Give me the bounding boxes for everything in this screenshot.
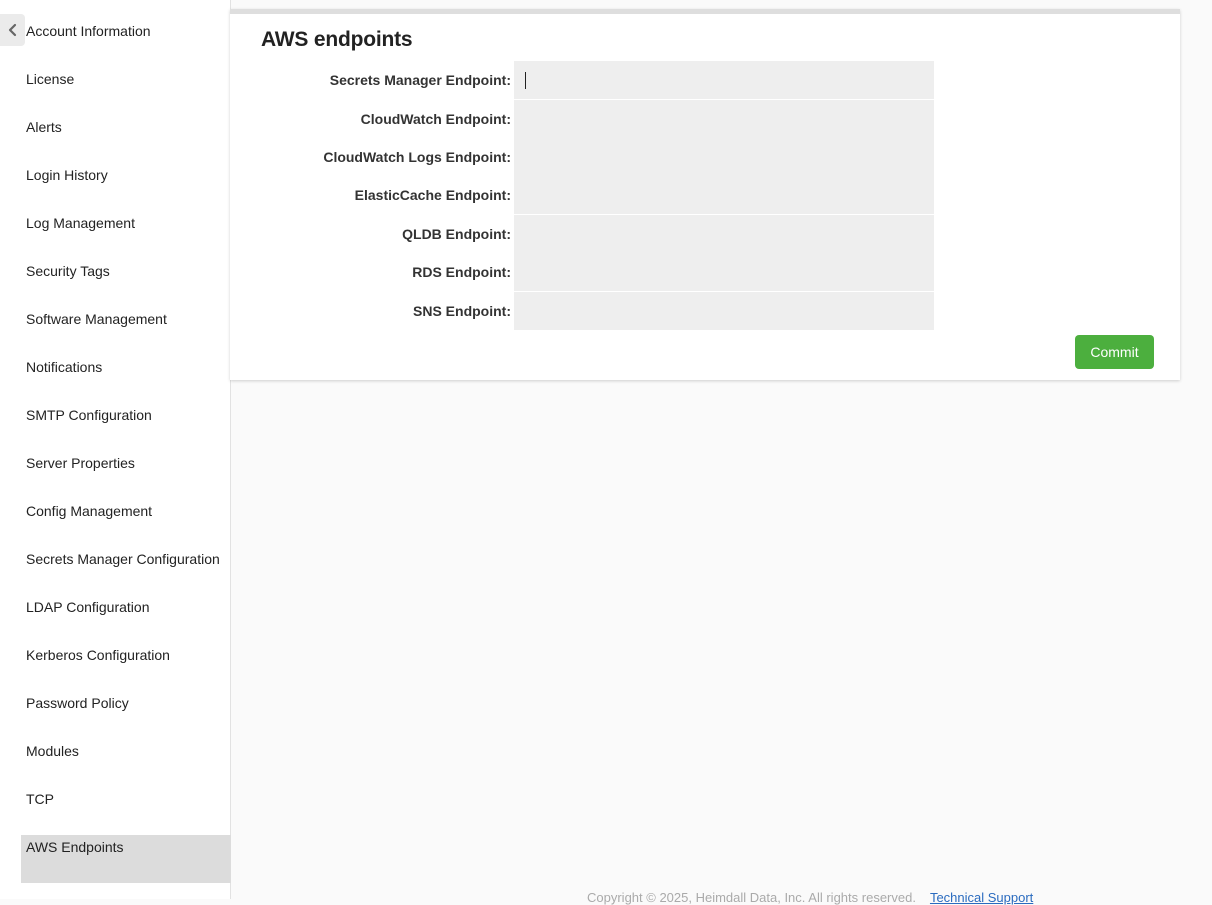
field-label: ElasticCache Endpoint: [354, 187, 511, 203]
cloudwatch-endpoint-input[interactable] [514, 100, 934, 138]
field-label: CloudWatch Endpoint: [360, 111, 511, 127]
sns-endpoint-input[interactable] [514, 292, 934, 330]
form-row-cloudwatch-logs: CloudWatch Logs Endpoint: [230, 138, 1180, 176]
sidebar-item-label: Password Policy [26, 695, 129, 711]
cloudwatch-logs-endpoint-input[interactable] [514, 138, 934, 176]
footer: Copyright © 2025, Heimdall Data, Inc. Al… [587, 890, 1033, 905]
aws-endpoints-panel: AWS endpoints Secrets Manager Endpoint: … [230, 9, 1180, 380]
sidebar-item-label: TCP [26, 791, 54, 807]
sidebar-item-label: Login History [26, 167, 108, 183]
copyright-text: Copyright © 2025, Heimdall Data, Inc. Al… [587, 890, 916, 905]
elasticcache-endpoint-input[interactable] [514, 176, 934, 214]
field-label: SNS Endpoint: [413, 303, 511, 319]
sidebar-item-smtp-configuration[interactable]: SMTP Configuration [21, 399, 231, 447]
secrets-manager-endpoint-input[interactable] [514, 61, 934, 99]
rds-endpoint-input[interactable] [514, 253, 934, 291]
sidebar-item-label: License [26, 71, 75, 87]
sidebar-item-notifications[interactable]: Notifications [21, 351, 231, 399]
commit-button[interactable]: Commit [1075, 335, 1154, 369]
sidebar-item-software-management[interactable]: Software Management [21, 303, 231, 351]
field-label: QLDB Endpoint: [402, 226, 511, 242]
chevron-left-icon [8, 23, 16, 37]
sidebar-item-label: Notifications [26, 359, 103, 375]
sidebar-item-label: Secrets Manager Configuration [26, 551, 220, 567]
sidebar-item-label: Modules [26, 743, 79, 759]
sidebar-item-label: Kerberos Configuration [26, 647, 170, 663]
form-row-secrets-manager: Secrets Manager Endpoint: [230, 61, 1180, 99]
sidebar-item-label: SMTP Configuration [26, 407, 152, 423]
form-row-sns: SNS Endpoint: [230, 292, 1180, 330]
sidebar-item-security-tags[interactable]: Security Tags [21, 255, 231, 303]
form-row-cloudwatch: CloudWatch Endpoint: [230, 100, 1180, 138]
sidebar-item-secrets-manager-configuration[interactable]: Secrets Manager Configuration [21, 543, 231, 591]
sidebar-item-kerberos-configuration[interactable]: Kerberos Configuration [21, 639, 231, 687]
text-caret [525, 72, 526, 89]
sidebar-item-password-policy[interactable]: Password Policy [21, 687, 231, 735]
sidebar-item-label: Software Management [26, 311, 167, 327]
sidebar: Account Information License Alerts Login… [0, 0, 231, 899]
sidebar-item-alerts[interactable]: Alerts [21, 111, 231, 159]
page-title: AWS endpoints [261, 28, 413, 51]
sidebar-item-modules[interactable]: Modules [21, 735, 231, 783]
sidebar-item-label: Log Management [26, 215, 135, 231]
form-row-qldb: QLDB Endpoint: [230, 215, 1180, 253]
sidebar-item-label: Server Properties [26, 455, 135, 471]
field-label: Secrets Manager Endpoint: [329, 72, 511, 88]
sidebar-item-label: LDAP Configuration [26, 599, 150, 615]
sidebar-item-label: Config Management [26, 503, 153, 519]
sidebar-item-license[interactable]: License [21, 63, 231, 111]
sidebar-item-label: Security Tags [26, 263, 110, 279]
sidebar-item-log-management[interactable]: Log Management [21, 207, 231, 255]
form-row-elasticcache: ElasticCache Endpoint: [230, 176, 1180, 214]
sidebar-item-account-information[interactable]: Account Information [21, 15, 231, 63]
sidebar-item-config-management[interactable]: Config Management [21, 495, 231, 543]
sidebar-item-aws-endpoints[interactable]: AWS Endpoints [21, 835, 231, 883]
sidebar-item-server-properties[interactable]: Server Properties [21, 447, 231, 495]
qldb-endpoint-input[interactable] [514, 215, 934, 253]
sidebar-item-ldap-configuration[interactable]: LDAP Configuration [21, 591, 231, 639]
form-row-rds: RDS Endpoint: [230, 253, 1180, 291]
sidebar-item-label: Alerts [26, 119, 62, 135]
sidebar-item-tcp[interactable]: TCP [21, 783, 231, 831]
field-label: CloudWatch Logs Endpoint: [323, 149, 511, 165]
sidebar-item-label: Account Information [26, 23, 151, 39]
field-label: RDS Endpoint: [412, 264, 511, 280]
sidebar-item-login-history[interactable]: Login History [21, 159, 231, 207]
technical-support-link[interactable]: Technical Support [930, 890, 1033, 905]
sidebar-item-label: AWS Endpoints [26, 839, 124, 855]
